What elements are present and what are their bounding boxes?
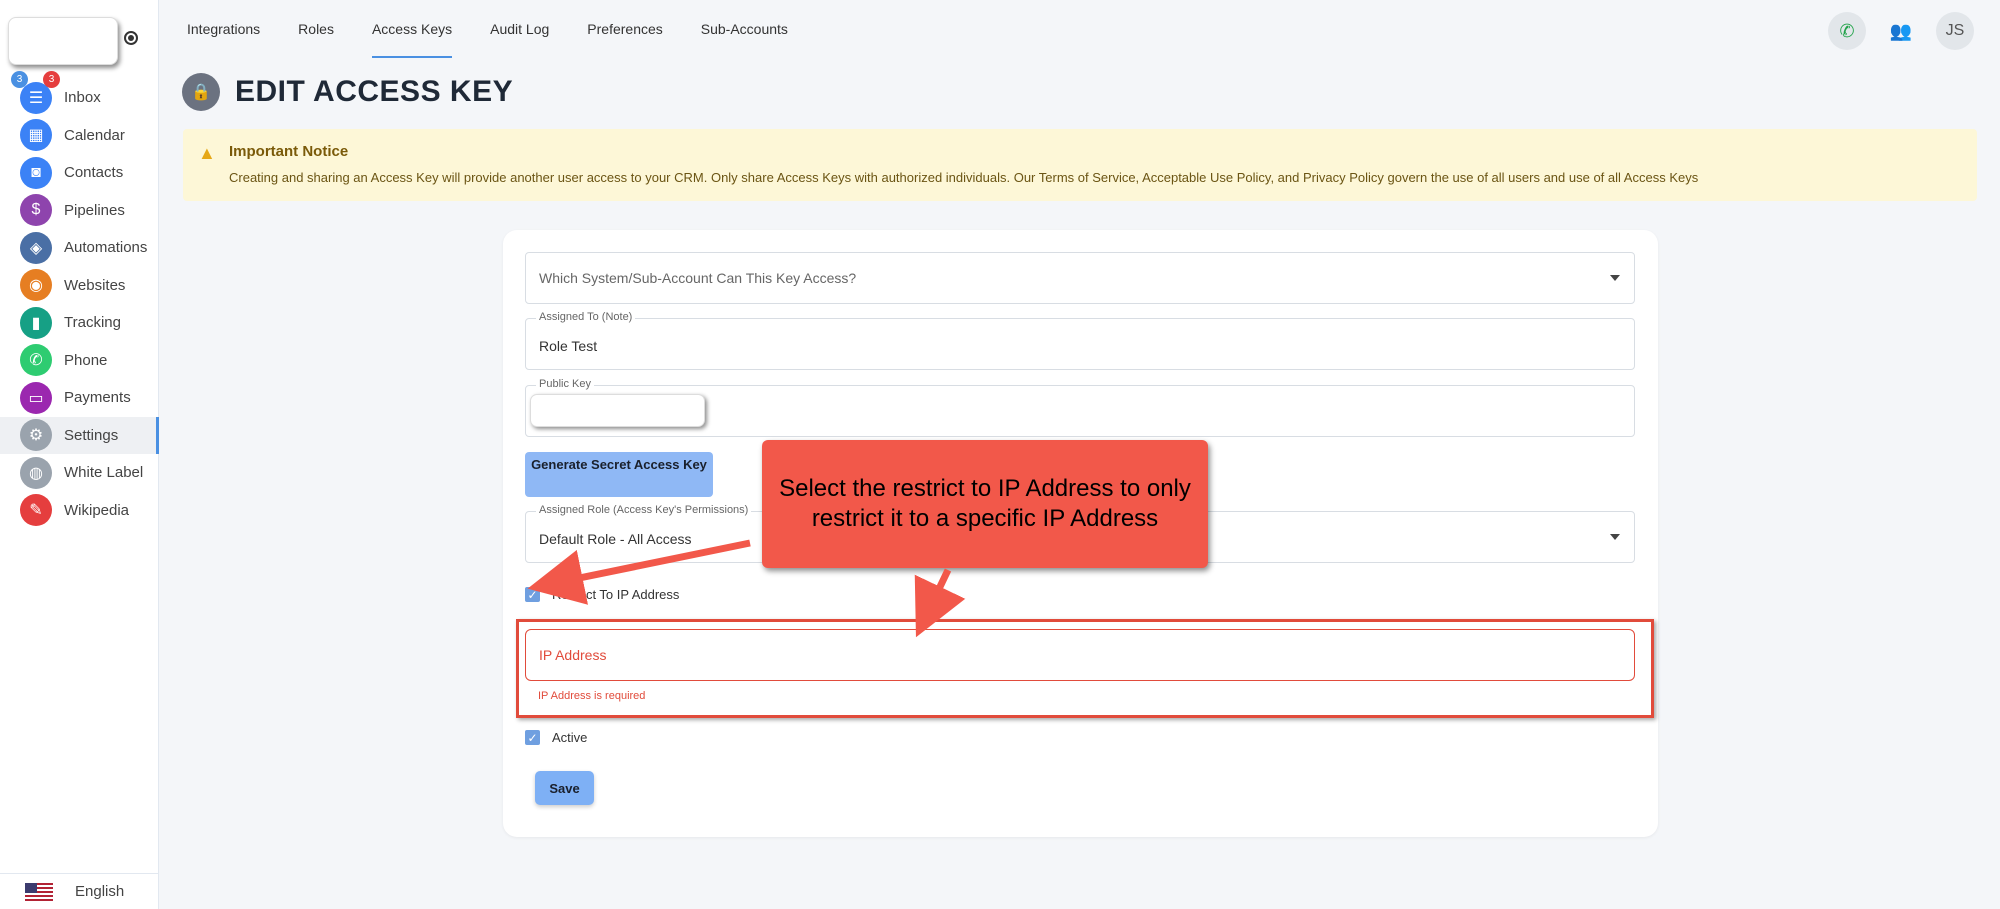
sidebar-item-label: Wikipedia — [64, 501, 130, 519]
page-title: EDIT ACCESS KEY — [235, 75, 514, 108]
sidebar-item-calendar[interactable]: ▦ Calendar — [0, 117, 159, 155]
system-select-placeholder: Which System/Sub-Account Can This Key Ac… — [539, 270, 857, 286]
sidebar-item-label: Websites — [64, 276, 126, 294]
sidebar-item-pipelines[interactable]: $ Pipelines — [0, 192, 159, 230]
restrict-ip-label: Restrict To IP Address — [552, 587, 680, 602]
sidebar-item-label: Tracking — [64, 314, 121, 332]
users-icon: 👥 — [1889, 20, 1913, 41]
sidebar: ☰ 3 3 Inbox ▦ Calendar ◙ Contacts $ Pipelines ◈ Aut… — [0, 0, 159, 909]
avatar[interactable]: JS — [1936, 12, 1974, 50]
language-label: English — [75, 883, 125, 900]
wikipedia-icon: ✎ — [20, 494, 52, 527]
active-checkbox[interactable]: ✓ — [525, 730, 540, 745]
restrict-ip-checkbox[interactable]: ✓ — [525, 587, 540, 602]
logo-placeholder[interactable] — [8, 17, 118, 65]
active-checkbox-row[interactable]: ✓ Active — [525, 730, 587, 745]
sidebar-item-tracking[interactable]: ▮ Tracking — [0, 304, 159, 342]
save-button[interactable]: Save — [535, 771, 594, 805]
role-value: Default Role - All Access — [539, 531, 692, 547]
sidebar-item-contacts[interactable]: ◙ Contacts — [0, 154, 159, 192]
sidebar-item-label: Payments — [64, 389, 131, 407]
sidebar-item-label: Inbox — [64, 89, 101, 107]
callout-annotation: Select the restrict to IP Address to onl… — [762, 440, 1208, 568]
sidebar-item-label: Automations — [64, 239, 148, 257]
public-key-value-box — [530, 394, 705, 427]
payments-icon: ▭ — [20, 381, 52, 414]
sidebar-item-label: Settings — [64, 426, 119, 444]
tab-preferences[interactable]: Preferences — [587, 0, 662, 58]
language-selector[interactable]: English — [0, 873, 159, 909]
page-header: 🔒 EDIT ACCESS KEY — [182, 73, 513, 111]
sidebar-item-label: Contacts — [64, 164, 124, 182]
system-select[interactable]: Which System/Sub-Account Can This Key Ac… — [525, 252, 1635, 304]
tab-sub-accounts[interactable]: Sub-Accounts — [701, 0, 788, 58]
ip-address-placeholder: IP Address — [539, 647, 607, 663]
avatar-initials: JS — [1945, 22, 1965, 39]
sidebar-item-label: Pipelines — [64, 201, 125, 219]
assigned-to-field[interactable]: Assigned To (Note) Role Test — [525, 311, 1635, 370]
us-flag-icon — [25, 882, 53, 901]
phone-icon: ✆ — [20, 344, 52, 377]
chevron-down-icon — [1610, 275, 1620, 281]
restrict-ip-checkbox-row[interactable]: ✓ Restrict To IP Address — [525, 587, 679, 602]
radio-toggle-icon[interactable] — [124, 31, 138, 45]
top-actions: ✆ 👥 JS — [1828, 12, 1974, 50]
automations-icon: ◈ — [20, 231, 52, 264]
count-badge: 3 — [11, 71, 28, 88]
public-key-field[interactable]: Public Key — [525, 378, 1635, 437]
assigned-to-label: Assigned To (Note) — [536, 311, 636, 323]
tab-roles[interactable]: Roles — [298, 0, 334, 58]
sidebar-nav: ☰ 3 3 Inbox ▦ Calendar ◙ Contacts $ Pipelines ◈ Aut… — [0, 71, 159, 530]
sidebar-item-wikipedia[interactable]: ✎ Wikipedia — [0, 492, 159, 530]
sidebar-item-label: Phone — [64, 351, 108, 369]
gear-icon: ⚙ — [20, 419, 52, 452]
sidebar-item-automations[interactable]: ◈ Automations — [0, 229, 159, 267]
phone-call-button[interactable]: ✆ — [1828, 12, 1866, 50]
sidebar-item-inbox[interactable]: ☰ 3 3 Inbox — [0, 71, 159, 117]
shield-lock-icon: 🔒 — [182, 73, 220, 111]
sidebar-item-label: White Label — [64, 464, 144, 482]
ip-error-message: IP Address is required — [538, 690, 646, 702]
sidebar-item-label: Calendar — [64, 126, 125, 144]
palette-icon: ◍ — [20, 456, 52, 489]
websites-icon: ◉ — [20, 269, 52, 302]
sidebar-item-settings[interactable]: ⚙ Settings — [0, 416, 159, 454]
pipelines-icon: $ — [20, 194, 52, 227]
public-key-label: Public Key — [536, 378, 594, 390]
warning-icon: ▲ — [198, 143, 216, 163]
count-badge: 3 — [43, 71, 60, 88]
assigned-to-value: Role Test — [539, 338, 598, 354]
sidebar-item-phone[interactable]: ✆ Phone — [0, 342, 159, 380]
calendar-icon: ▦ — [20, 119, 52, 152]
ip-address-input[interactable]: IP Address — [525, 629, 1635, 681]
users-button[interactable]: 👥 — [1882, 12, 1920, 50]
notice-title: Important Notice — [229, 143, 349, 160]
sidebar-item-payments[interactable]: ▭ Payments — [0, 379, 159, 417]
important-notice: ▲ Important Notice Creating and sharing … — [183, 129, 1977, 201]
tab-integrations[interactable]: Integrations — [187, 0, 260, 58]
chevron-down-icon — [1610, 534, 1620, 540]
contacts-icon: ◙ — [20, 156, 52, 189]
generate-secret-key-button[interactable]: Generate Secret Access Key — [525, 452, 713, 497]
top-tabs: Integrations Roles Access Keys Audit Log Pre… — [187, 0, 826, 58]
tracking-icon: ▮ — [20, 306, 52, 339]
role-label: Assigned Role (Access Key's Permissions) — [536, 504, 752, 516]
sidebar-item-white-label[interactable]: ◍ White Label — [0, 454, 159, 492]
active-label: Active — [552, 730, 588, 745]
sidebar-item-websites[interactable]: ◉ Websites — [0, 267, 159, 305]
notice-text: Creating and sharing an Access Key will … — [229, 170, 1699, 185]
phone-icon: ✆ — [1839, 20, 1855, 41]
tab-audit-log[interactable]: Audit Log — [490, 0, 549, 58]
tab-access-keys[interactable]: Access Keys — [371, 0, 453, 58]
